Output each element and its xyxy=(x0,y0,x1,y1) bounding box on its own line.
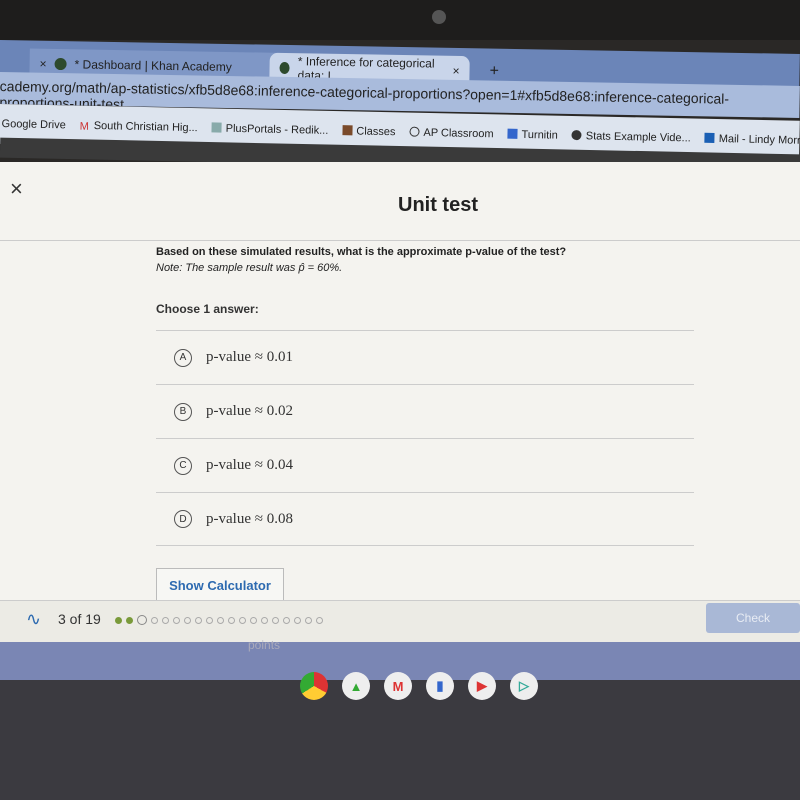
question-note: Note: The sample result was p̂ = 60%. xyxy=(156,262,343,274)
bookmark[interactable]: Classes xyxy=(342,125,396,138)
progress-dot[interactable] xyxy=(305,616,312,624)
question: Based on these simulated results, what i… xyxy=(156,246,656,274)
bookmark[interactable]: Mail - Lindy Morren... xyxy=(704,132,800,147)
answer-options: Ap-value ≈ 0.01 Bp-value ≈ 0.02 Cp-value… xyxy=(156,330,694,546)
unit-test-page: × Unit test Based on these simulated res… xyxy=(0,162,800,600)
progress-dot[interactable] xyxy=(126,616,133,624)
divider xyxy=(0,240,800,241)
option-d[interactable]: Dp-value ≈ 0.08 xyxy=(156,492,694,546)
close-icon[interactable]: × xyxy=(39,57,46,71)
progress-text: 3 of 19 xyxy=(58,611,101,627)
bookmark[interactable]: M South Christian Hig... xyxy=(80,120,198,134)
docs-icon[interactable]: ▮ xyxy=(426,672,454,700)
youtube-icon[interactable]: ▶ xyxy=(468,672,496,700)
turnitin-icon xyxy=(507,128,518,139)
progress-dot[interactable] xyxy=(151,616,158,624)
progress-dot[interactable] xyxy=(228,616,235,624)
dock: ▲ M ▮ ▶ ▷ xyxy=(300,672,538,700)
khan-icon xyxy=(279,61,290,75)
close-icon[interactable]: × xyxy=(452,64,459,78)
ap-icon xyxy=(409,126,420,137)
show-calculator-button[interactable]: Show Calculator xyxy=(156,568,284,600)
progress-dot[interactable] xyxy=(115,616,122,624)
khan-icon xyxy=(54,57,67,71)
outlook-icon xyxy=(704,132,715,143)
screen-bezel xyxy=(0,0,800,40)
progress-squiggle-icon: ∿ xyxy=(26,609,42,629)
footer: ∿ 3 of 19 Check xyxy=(0,600,800,642)
progress-dot[interactable] xyxy=(137,615,147,625)
progress-dot[interactable] xyxy=(272,616,279,624)
bookmark[interactable]: Stats Example Vide... xyxy=(571,129,691,144)
progress-dot[interactable] xyxy=(316,616,323,624)
progress-dot[interactable] xyxy=(261,616,268,624)
progress-dot[interactable] xyxy=(283,616,290,624)
progress-dot[interactable] xyxy=(162,616,169,624)
progress-dots xyxy=(115,615,323,625)
progress-dot[interactable] xyxy=(239,616,246,624)
gmail-icon[interactable]: M xyxy=(384,672,412,700)
bookmark[interactable]: Turnitin xyxy=(507,128,558,142)
option-b[interactable]: Bp-value ≈ 0.02 xyxy=(156,384,694,438)
bookmark[interactable]: PlusPortals - Redik... xyxy=(211,122,328,137)
play-store-icon[interactable]: ▷ xyxy=(510,672,538,700)
question-text: Based on these simulated results, what i… xyxy=(156,246,567,258)
globe-icon xyxy=(571,129,582,141)
drive-icon[interactable]: ▲ xyxy=(342,672,370,700)
chrome-icon[interactable] xyxy=(300,672,328,700)
progress-dot[interactable] xyxy=(173,616,180,624)
camera xyxy=(432,10,446,24)
classes-icon xyxy=(342,125,353,136)
bookmark[interactable]: Google Drive xyxy=(1,118,65,131)
gmail-icon: M xyxy=(79,120,90,133)
progress-dot[interactable] xyxy=(184,616,191,624)
option-a[interactable]: Ap-value ≈ 0.01 xyxy=(156,330,694,384)
page-title: Unit test xyxy=(398,194,478,216)
progress-dot[interactable] xyxy=(250,616,257,624)
progress-dot[interactable] xyxy=(195,616,202,624)
plusportals-icon xyxy=(211,122,222,133)
progress-dot[interactable] xyxy=(294,616,301,624)
bookmark[interactable]: AP Classroom xyxy=(409,126,494,140)
option-c[interactable]: Cp-value ≈ 0.04 xyxy=(156,438,694,492)
progress-dot[interactable] xyxy=(217,616,224,624)
choose-label: Choose 1 answer: xyxy=(156,302,259,316)
check-button[interactable]: Check xyxy=(706,603,800,633)
progress-dot[interactable] xyxy=(206,616,213,624)
close-icon[interactable]: × xyxy=(10,176,23,202)
